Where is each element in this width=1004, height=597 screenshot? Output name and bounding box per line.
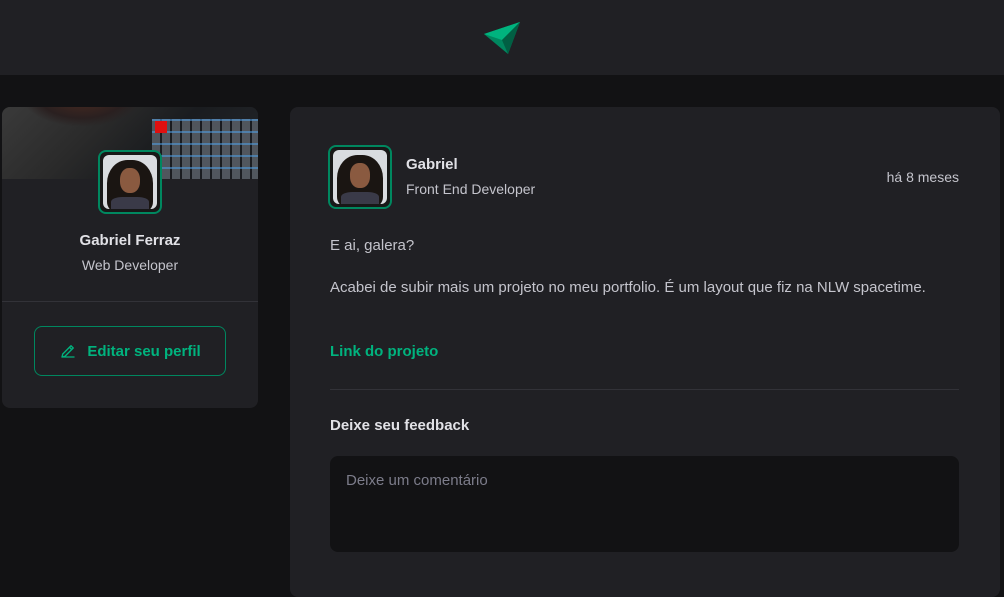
- post-divider: [330, 389, 959, 390]
- pencil-icon: [61, 345, 75, 358]
- edit-profile-button[interactable]: Editar seu perfil: [34, 326, 226, 376]
- app-header: [0, 0, 1004, 75]
- edit-profile-label: Editar seu perfil: [87, 342, 201, 360]
- project-link[interactable]: Link do projeto: [330, 343, 438, 360]
- profile-name: Gabriel Ferraz: [79, 232, 181, 249]
- post-paragraph: E ai, galera?: [330, 237, 415, 254]
- profile-sidebar: Gabriel Ferraz Web Developer Editar seu …: [2, 107, 258, 408]
- author-name: Gabriel: [406, 156, 458, 173]
- feedback-title: Deixe seu feedback: [330, 417, 470, 434]
- author-avatar[interactable]: [328, 145, 392, 209]
- post-time: há 8 meses: [886, 169, 959, 185]
- comment-input[interactable]: [330, 456, 959, 552]
- post-card: Gabriel Front End Developer há 8 meses E…: [290, 107, 1000, 597]
- profile-role: Web Developer: [81, 257, 179, 273]
- post-paragraph: Acabei de subir mais um projeto no meu p…: [330, 279, 926, 296]
- author-role: Front End Developer: [406, 181, 536, 197]
- profile-avatar[interactable]: [98, 150, 162, 214]
- ignite-feed-logo-icon[interactable]: [482, 20, 522, 56]
- post-content: E ai, galera? Acabei de subir mais um pr…: [330, 233, 930, 317]
- sidebar-divider: [2, 301, 258, 302]
